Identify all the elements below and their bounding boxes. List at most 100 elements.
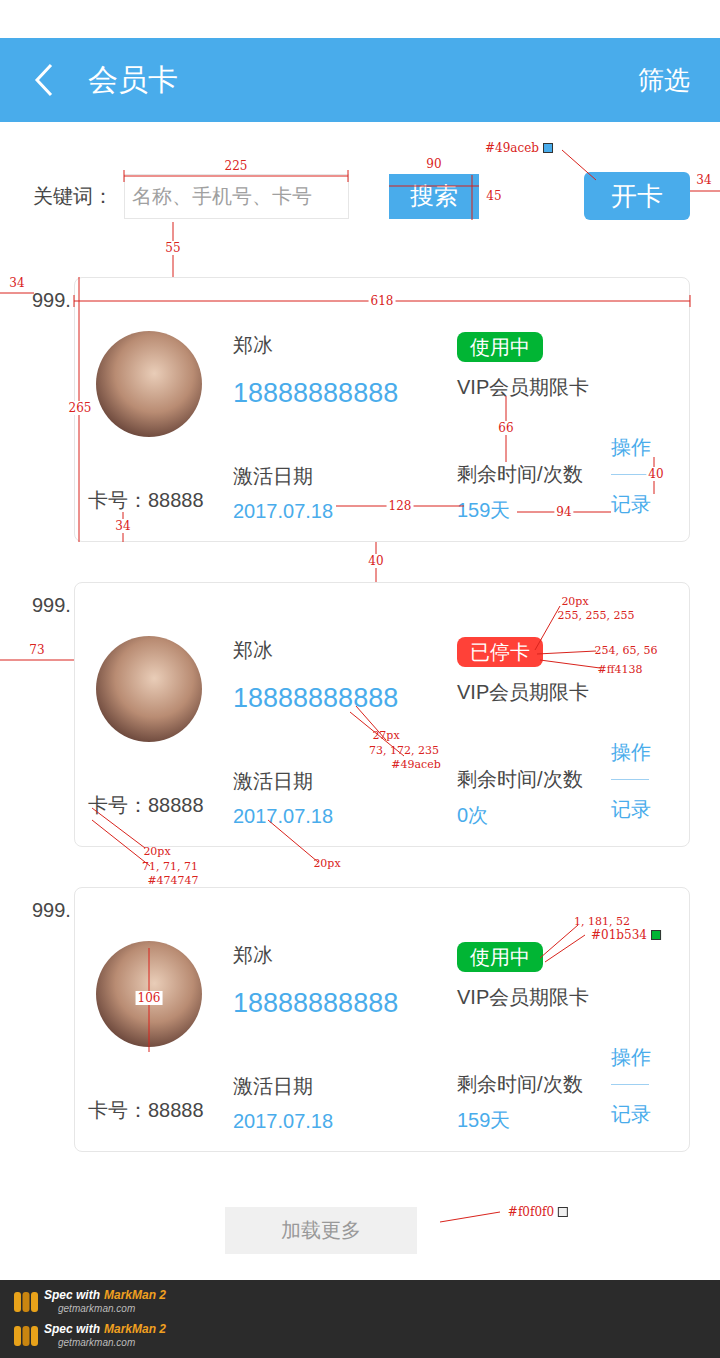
back-icon[interactable] — [33, 63, 55, 97]
spec-annotation: 34 — [7, 276, 26, 290]
spec-annotation: #49aceb — [391, 758, 440, 772]
status-badge: 使用中 — [457, 332, 543, 362]
spec-annotation: 34 — [113, 519, 132, 533]
records-link[interactable]: 记录 — [611, 795, 651, 823]
card-left: 卡号：88888 — [88, 888, 233, 1151]
search-button[interactable]: 搜索 — [389, 174, 479, 219]
card-left: 卡号：88888 — [88, 583, 233, 846]
markman-prefix: Spec with — [44, 1289, 100, 1302]
card-status: 使用中VIP会员期限卡剩余时间/次数159天 — [457, 888, 611, 1151]
spec-annotation: 255, 255, 255 — [558, 609, 635, 623]
spec-annotation: 40 — [366, 554, 385, 568]
card-list: 999. 卡号：88888 郑冰 18888888888 激活日期 2017.07.18 使… — [0, 277, 720, 1152]
color-swatch — [558, 1207, 568, 1217]
spec-annotation: #474747 — [147, 874, 198, 888]
markman-credit: Spec with MarkMan 2getmarkman.com — [12, 1322, 720, 1350]
member-card[interactable]: 卡号：88888郑冰18888888888激活日期2017.07.18已停卡VI… — [74, 582, 690, 847]
card-row: 999.卡号：88888郑冰18888888888激活日期2017.07.18使… — [0, 277, 720, 542]
member-card[interactable]: 卡号：88888 郑冰 18888888888 激活日期 2017.07.18 使用中 VI… — [74, 887, 690, 1152]
card-info: 郑冰 18888888888 激活日期 2017.07.18 — [233, 888, 457, 1151]
operate-link[interactable]: 操作 — [611, 1043, 651, 1071]
markman-text: Spec with MarkMan 2getmarkman.com — [44, 1323, 166, 1349]
filter-button[interactable]: 筛选 — [638, 63, 690, 98]
spec-annotation: 90 — [424, 157, 443, 171]
card-info: 郑冰18888888888激活日期2017.07.18 — [233, 583, 457, 846]
row-index: 999. — [32, 593, 74, 847]
card-number: 卡号：88888 — [88, 1096, 204, 1124]
records-link[interactable]: 记录 — [611, 490, 651, 518]
open-card-button[interactable]: 开卡 — [584, 172, 690, 220]
remaining-value: 0次 — [457, 801, 488, 829]
spec-annotation: 27px — [372, 729, 399, 743]
markman-footer: Spec withMarkMan 2getmarkman.comSpec wit… — [0, 1280, 720, 1358]
search-row: 关键词：名称、手机号、卡号搜索 开卡 — [0, 170, 720, 222]
spec-annotation: 71, 71, 71 — [142, 860, 198, 874]
color-swatch — [651, 930, 661, 940]
search-input[interactable]: 名称、手机号、卡号 — [124, 174, 349, 219]
card-type: VIP会员期限卡 — [457, 373, 589, 401]
spec-annotation: 265 — [67, 401, 94, 415]
records-link[interactable]: 记录 — [611, 1100, 651, 1128]
page-title: 会员卡 — [88, 60, 178, 101]
activation-date: 2017.07.18 — [233, 497, 333, 525]
spec-overlay: 2259045#49aceb34553461826534664012894407… — [0, 0, 720, 1358]
load-more-row: 加载更多 — [0, 1207, 720, 1254]
spec-annotation: 254, 65, 56 — [595, 644, 658, 658]
activation-label: 激活日期 — [233, 1072, 313, 1100]
spec-annotation: 45 — [484, 189, 503, 203]
status-badge: 已停卡 — [457, 637, 543, 667]
activation-label: 激活日期 — [233, 767, 313, 795]
spec-annotation: 20px — [143, 845, 170, 859]
search-label: 关键词： — [33, 183, 124, 210]
spec-lines — [0, 0, 720, 1358]
remaining-value: 159天 — [457, 496, 510, 524]
action-divider — [611, 1084, 649, 1085]
operate-link[interactable]: 操作 — [611, 738, 651, 766]
spec-annotation: 128 — [387, 499, 414, 513]
activation-date: 2017.07.18 — [233, 1107, 333, 1135]
member-card[interactable]: 卡号：88888郑冰18888888888激活日期2017.07.18使用中VI… — [74, 277, 690, 542]
card-actions: 操作记录 — [611, 278, 689, 541]
status-badge: 使用中 — [457, 942, 543, 972]
card-actions: 操作记录 — [611, 888, 689, 1151]
markman-brand: MarkMan 2 — [104, 1323, 166, 1336]
operate-link[interactable]: 操作 — [611, 433, 651, 461]
markman-prefix: Spec with — [44, 1323, 100, 1336]
member-name: 郑冰 — [233, 636, 273, 664]
avatar-photo — [96, 331, 202, 437]
page: 会员卡 筛选关键词：名称、手机号、卡号搜索 开卡 999. 卡号：88888 郑冰 1888… — [0, 0, 720, 1358]
card-row: 999.卡号：88888郑冰18888888888激活日期2017.07.18已… — [0, 582, 720, 847]
markman-url: getmarkman.com — [58, 1336, 166, 1349]
spec-annotation: 73, 172, 235 — [369, 744, 439, 758]
spec-annotation: 34 — [694, 173, 713, 187]
card-row: 999.卡号：88888郑冰18888888888激活日期2017.07.18使… — [0, 887, 720, 1152]
member-name: 郑冰 — [233, 941, 273, 969]
markman-credit: Spec withMarkMan 2getmarkman.com — [12, 1288, 720, 1316]
remaining-value: 159天 — [457, 1106, 510, 1134]
markman-logo-icon — [12, 1288, 40, 1316]
spec-annotation: 55 — [163, 241, 182, 255]
color-swatch — [543, 143, 553, 153]
spec-annotation: 20px — [313, 857, 340, 871]
card-number: 卡号：88888 — [88, 791, 204, 819]
card-type: VIP会员期限卡 — [457, 983, 589, 1011]
spec-annotation: 618 — [369, 294, 396, 308]
card-type: VIP会员期限卡 — [457, 678, 589, 706]
top-bar: 会员卡 筛选 — [0, 38, 720, 122]
member-phone: 18888888888 — [233, 985, 398, 1021]
activation-date: 2017.07.18 — [233, 802, 333, 830]
load-more-button[interactable]: 加载更多 — [225, 1207, 417, 1254]
spec-annotation: 106 — [136, 991, 163, 1005]
spec-annotation: #f0f0f0 — [508, 1205, 568, 1219]
spec-annotation: #49aceb — [485, 141, 553, 155]
spec-annotation: 1, 181, 52 — [574, 915, 630, 929]
card-left: 卡号：88888 — [88, 278, 233, 541]
spec-annotation: #01b534 — [591, 928, 661, 942]
card-number: 卡号：88888 — [88, 486, 204, 514]
spec-annotation: 73 — [27, 643, 46, 657]
row-index: 999. — [32, 288, 74, 542]
card-status: 已停卡VIP会员期限卡剩余时间/次数0次 — [457, 583, 611, 846]
spec-annotation: 20px — [561, 595, 588, 609]
markman-brand: MarkMan 2 — [104, 1289, 166, 1302]
avatar-photo — [96, 941, 202, 1047]
